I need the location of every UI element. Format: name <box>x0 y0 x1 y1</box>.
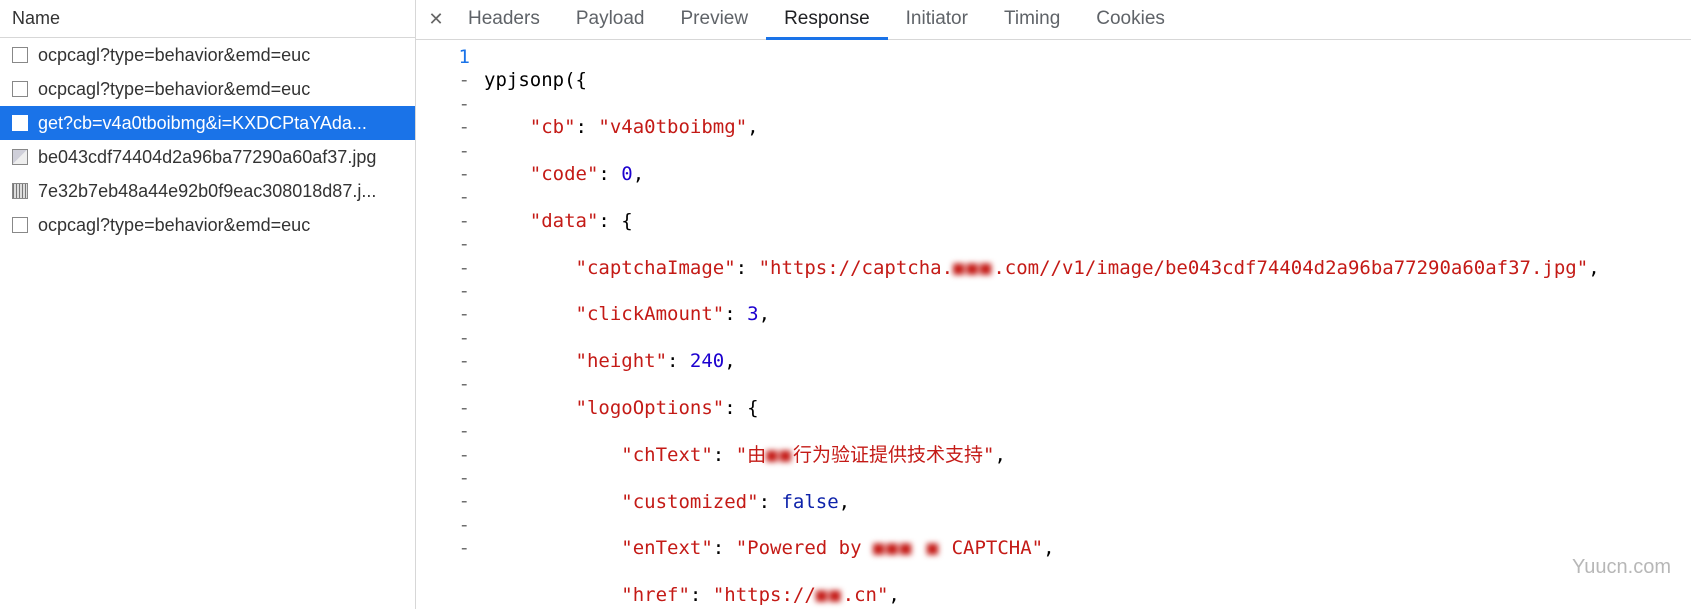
key-code: "code" <box>530 163 599 185</box>
key-href: "href" <box>621 584 690 606</box>
request-row[interactable]: get?cb=v4a0tboibmg&i=KXDCPtaYAda... <box>0 106 415 140</box>
redacted-host: ■■ <box>816 584 843 606</box>
code-content: ypjsonp({ "cb": "v4a0tboibmg", "code": 0… <box>480 40 1691 609</box>
fold-dash: - <box>416 397 470 420</box>
val-code: 0 <box>621 163 632 185</box>
key-data: "data" <box>530 210 599 232</box>
image-icon <box>12 149 28 165</box>
fold-dash: - <box>416 420 470 443</box>
fold-dash: - <box>416 490 470 513</box>
fold-dash: - <box>416 233 470 256</box>
val-click-amount: 3 <box>747 303 758 325</box>
fold-dash: - <box>416 303 470 326</box>
devtools-window: Name ocpcagl?type=behavior&emd=euc ocpca… <box>0 0 1691 609</box>
file-icon <box>12 47 28 63</box>
column-name-label: Name <box>12 8 60 29</box>
line-gutter: 1 - - - - - - - - - - - - - - - - - - - <box>416 40 480 609</box>
key-click-amount: "clickAmount" <box>576 303 725 325</box>
redacted-host: ■■■ <box>953 257 993 279</box>
tab-response[interactable]: Response <box>766 0 888 40</box>
key-ch-text: "chText" <box>621 444 713 466</box>
key-captcha-image: "captchaImage" <box>576 257 736 279</box>
tab-timing[interactable]: Timing <box>986 0 1078 40</box>
fold-dash: - <box>416 327 470 350</box>
request-row[interactable]: be043cdf74404d2a96ba77290a60af37.jpg <box>0 140 415 174</box>
fold-dash: - <box>416 93 470 116</box>
redacted-text: ■■■ ■ <box>873 537 940 559</box>
file-icon <box>12 217 28 233</box>
fold-dash: - <box>416 69 470 92</box>
watermark: Yuucn.com <box>1572 556 1671 579</box>
request-name: ocpcagl?type=behavior&emd=euc <box>38 45 310 66</box>
tab-cookies[interactable]: Cookies <box>1078 0 1183 40</box>
request-row[interactable]: ocpcagl?type=behavior&emd=euc <box>0 38 415 72</box>
request-name: ocpcagl?type=behavior&emd=euc <box>38 79 310 100</box>
fold-dash: - <box>416 163 470 186</box>
file-icon <box>12 115 28 131</box>
request-detail-panel: ✕ Headers Payload Preview Response Initi… <box>416 0 1691 609</box>
redacted-text: ■■ <box>766 444 793 466</box>
fold-dash: - <box>416 186 470 209</box>
image-icon <box>12 183 28 199</box>
fold-dash: - <box>416 116 470 139</box>
val-height: 240 <box>690 350 724 372</box>
response-body[interactable]: 1 - - - - - - - - - - - - - - - - - - - <box>416 40 1691 609</box>
detail-tab-bar: ✕ Headers Payload Preview Response Initi… <box>416 0 1691 40</box>
request-name: 7e32b7eb48a44e92b0f9eac308018d87.j... <box>38 181 376 202</box>
request-row[interactable]: ocpcagl?type=behavior&emd=euc <box>0 208 415 242</box>
request-row[interactable]: 7e32b7eb48a44e92b0f9eac308018d87.j... <box>0 174 415 208</box>
tab-preview[interactable]: Preview <box>663 0 767 40</box>
key-cb: "cb" <box>530 116 576 138</box>
fold-dash: - <box>416 257 470 280</box>
fold-dash: - <box>416 444 470 467</box>
request-name: ocpcagl?type=behavior&emd=euc <box>38 215 310 236</box>
key-customized: "customized" <box>621 491 758 513</box>
file-icon <box>12 81 28 97</box>
fold-dash: - <box>416 537 470 560</box>
fold-dash: - <box>416 280 470 303</box>
line-number: 1 <box>416 46 470 69</box>
key-height: "height" <box>576 350 668 372</box>
tab-headers[interactable]: Headers <box>450 0 558 40</box>
close-icon[interactable]: ✕ <box>422 9 450 30</box>
val-customized: false <box>781 491 838 513</box>
network-request-list: ocpcagl?type=behavior&emd=euc ocpcagl?ty… <box>0 38 415 609</box>
fold-dash: - <box>416 350 470 373</box>
fold-dash: - <box>416 373 470 396</box>
request-name: get?cb=v4a0tboibmg&i=KXDCPtaYAda... <box>38 113 367 134</box>
key-logo-options: "logoOptions" <box>576 397 725 419</box>
fold-dash: - <box>416 210 470 233</box>
tab-payload[interactable]: Payload <box>558 0 663 40</box>
network-request-panel: Name ocpcagl?type=behavior&emd=euc ocpca… <box>0 0 416 609</box>
jsonp-wrapper-open: ypjsonp({ <box>484 69 587 91</box>
fold-dash: - <box>416 467 470 490</box>
key-en-text: "enText" <box>621 537 713 559</box>
fold-dash: - <box>416 140 470 163</box>
request-row[interactable]: ocpcagl?type=behavior&emd=euc <box>0 72 415 106</box>
val-cb: "v4a0tboibmg" <box>598 116 747 138</box>
tab-initiator[interactable]: Initiator <box>888 0 986 40</box>
network-column-header[interactable]: Name <box>0 0 415 38</box>
request-name: be043cdf74404d2a96ba77290a60af37.jpg <box>38 147 376 168</box>
fold-dash: - <box>416 514 470 537</box>
